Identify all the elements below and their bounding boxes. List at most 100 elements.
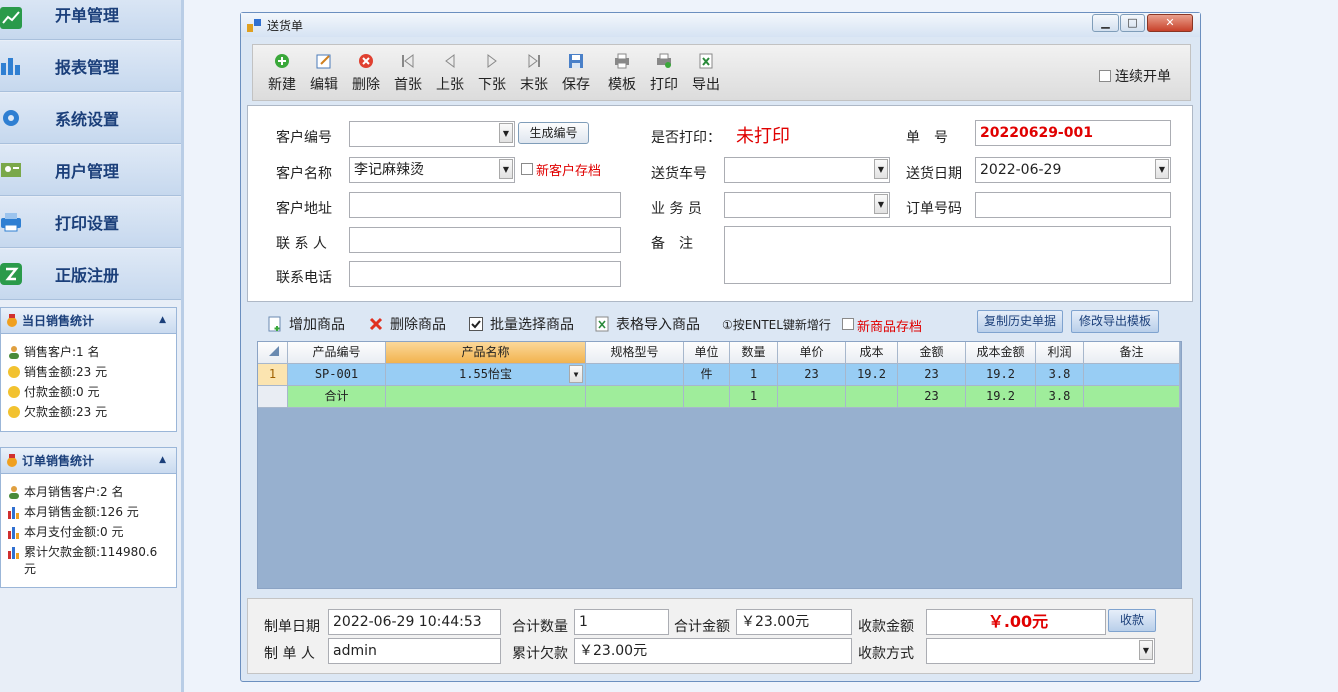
window-titlebar[interactable]: 送货单: [241, 13, 1200, 37]
generate-code-button[interactable]: 生成编号: [518, 122, 589, 144]
template-button[interactable]: 模板: [604, 52, 640, 94]
chevron-down-icon[interactable]: ▼: [1139, 640, 1153, 660]
salesman-label: 业 务 员: [651, 201, 702, 217]
cell-profit[interactable]: 3.8: [1036, 364, 1084, 386]
checkbox-icon: [469, 317, 483, 331]
col-header[interactable]: 利润: [1036, 342, 1084, 364]
edit-export-template-button[interactable]: 修改导出模板: [1071, 310, 1159, 333]
next-button[interactable]: 下张: [474, 52, 510, 94]
nav-settings[interactable]: 系统设置: [0, 93, 181, 144]
cell-cost[interactable]: 19.2: [846, 364, 898, 386]
maker-input[interactable]: admin: [328, 638, 501, 664]
print-button[interactable]: 打印: [646, 52, 682, 94]
nav-billing[interactable]: 开单管理: [0, 0, 181, 40]
col-header[interactable]: 金额: [898, 342, 966, 364]
col-header[interactable]: 产品名称: [386, 342, 586, 364]
copy-history-button[interactable]: 复制历史单据: [977, 310, 1063, 333]
stat-line: 本月销售金额:126 元: [1, 502, 176, 522]
col-header[interactable]: 单位: [684, 342, 730, 364]
chevron-down-icon[interactable]: ▼: [874, 159, 888, 179]
maximize-button[interactable]: □: [1120, 14, 1145, 32]
customer-name-select[interactable]: 李记麻辣烫: [349, 157, 515, 183]
make-date-label: 制单日期: [264, 619, 320, 635]
cell-cost-amount[interactable]: 19.2: [966, 364, 1036, 386]
nav-users[interactable]: 用户管理: [0, 145, 181, 196]
vehicle-label: 送货车号: [651, 166, 707, 182]
chevron-down-icon[interactable]: ▼: [569, 365, 583, 383]
import-table-button[interactable]: 表格导入商品: [594, 314, 700, 334]
doc-no-input[interactable]: 20220629-001: [975, 120, 1171, 146]
chevron-down-icon[interactable]: ▼: [1155, 159, 1169, 179]
receive-amount-input[interactable]: ￥.00元: [926, 609, 1106, 635]
new-product-label: 新商品存档: [857, 320, 923, 335]
cell-remark[interactable]: [1084, 364, 1180, 386]
order-no-input[interactable]: [975, 192, 1171, 218]
daily-stats-header[interactable]: 当日销售统计 ▲: [1, 308, 176, 334]
col-header[interactable]: 数量: [730, 342, 778, 364]
contact-input[interactable]: [349, 227, 621, 253]
receive-method-select[interactable]: [926, 638, 1155, 664]
col-header[interactable]: 产品编号: [288, 342, 386, 364]
table-row[interactable]: 1 SP-001 1.55怡宝 ▼ 件 1 23 19.2 23 19.2 3.…: [258, 364, 1180, 386]
col-header[interactable]: 规格型号: [586, 342, 684, 364]
chevron-down-icon[interactable]: ▼: [499, 159, 513, 179]
minimize-button[interactable]: ▁: [1092, 14, 1119, 32]
delete-product-button[interactable]: 删除商品: [368, 314, 446, 334]
cell-qty[interactable]: 1: [730, 364, 778, 386]
form-panel: 客户编号 ▼ 生成编号 客户名称 李记麻辣烫 ▼ 新客户存档 客户地址 联 系 …: [247, 105, 1193, 302]
cell-unit[interactable]: 件: [684, 364, 730, 386]
accum-debt-input[interactable]: ￥23.00元: [574, 638, 852, 664]
vehicle-select[interactable]: [724, 157, 890, 183]
batch-select-button[interactable]: 批量选择商品: [468, 314, 574, 334]
close-button[interactable]: ✕: [1147, 14, 1193, 32]
nav-register[interactable]: 正版注册: [0, 249, 181, 300]
new-customer-checkbox[interactable]: [521, 163, 533, 175]
receive-amount-label: 收款金额: [858, 619, 914, 635]
collapse-arrow-icon[interactable]: ▲: [159, 315, 166, 325]
excel-export-icon: [699, 53, 713, 69]
coins-icon: [8, 386, 20, 398]
continuous-checkbox[interactable]: [1099, 70, 1111, 82]
first-button[interactable]: 首张: [390, 52, 426, 94]
phone-label: 联系电话: [276, 270, 332, 286]
order-stats-header[interactable]: 订单销售统计 ▲: [1, 448, 176, 474]
select-all-corner[interactable]: [258, 342, 288, 364]
export-button[interactable]: 导出: [688, 52, 724, 94]
col-header[interactable]: 成本: [846, 342, 898, 364]
remark-textarea[interactable]: [724, 226, 1171, 284]
salesman-select[interactable]: [724, 192, 890, 218]
total-amount-input[interactable]: ￥23.00元: [736, 609, 852, 635]
cell-name[interactable]: 1.55怡宝 ▼: [386, 364, 586, 386]
nav-reports[interactable]: 报表管理: [0, 41, 181, 92]
col-header[interactable]: 成本金额: [966, 342, 1036, 364]
chevron-down-icon[interactable]: ▼: [874, 194, 888, 214]
col-header[interactable]: 单价: [778, 342, 846, 364]
new-product-checkbox[interactable]: [842, 318, 854, 330]
customer-addr-input[interactable]: [349, 192, 621, 218]
chevron-down-icon[interactable]: ▼: [499, 123, 513, 143]
delete-button[interactable]: 删除: [348, 52, 384, 94]
edit-button[interactable]: 编辑: [306, 52, 342, 94]
customer-code-select[interactable]: [349, 121, 515, 147]
delivery-date-picker[interactable]: 2022-06-29: [975, 157, 1171, 183]
collapse-arrow-icon[interactable]: ▲: [159, 455, 166, 465]
last-button[interactable]: 末张: [516, 52, 552, 94]
cell-amount[interactable]: 23: [898, 364, 966, 386]
panel-title: 当日销售统计: [22, 314, 95, 328]
cell-spec[interactable]: [586, 364, 684, 386]
save-button[interactable]: 保存: [558, 52, 594, 94]
phone-input[interactable]: [349, 261, 621, 287]
coins-icon: [8, 406, 20, 418]
col-header[interactable]: 备注: [1084, 342, 1180, 364]
make-date-input[interactable]: 2022-06-29 10:44:53: [328, 609, 501, 635]
cell-code[interactable]: SP-001: [288, 364, 386, 386]
receive-button[interactable]: 收款: [1108, 609, 1156, 632]
new-button[interactable]: 新建: [264, 52, 300, 94]
add-product-button[interactable]: 增加商品: [267, 314, 345, 334]
maker-label: 制 单 人: [264, 646, 315, 662]
cell-price[interactable]: 23: [778, 364, 846, 386]
row-index[interactable]: 1: [258, 364, 288, 386]
nav-print-settings[interactable]: 打印设置: [0, 197, 181, 248]
prev-button[interactable]: 上张: [432, 52, 468, 94]
total-qty-input[interactable]: 1: [574, 609, 669, 635]
